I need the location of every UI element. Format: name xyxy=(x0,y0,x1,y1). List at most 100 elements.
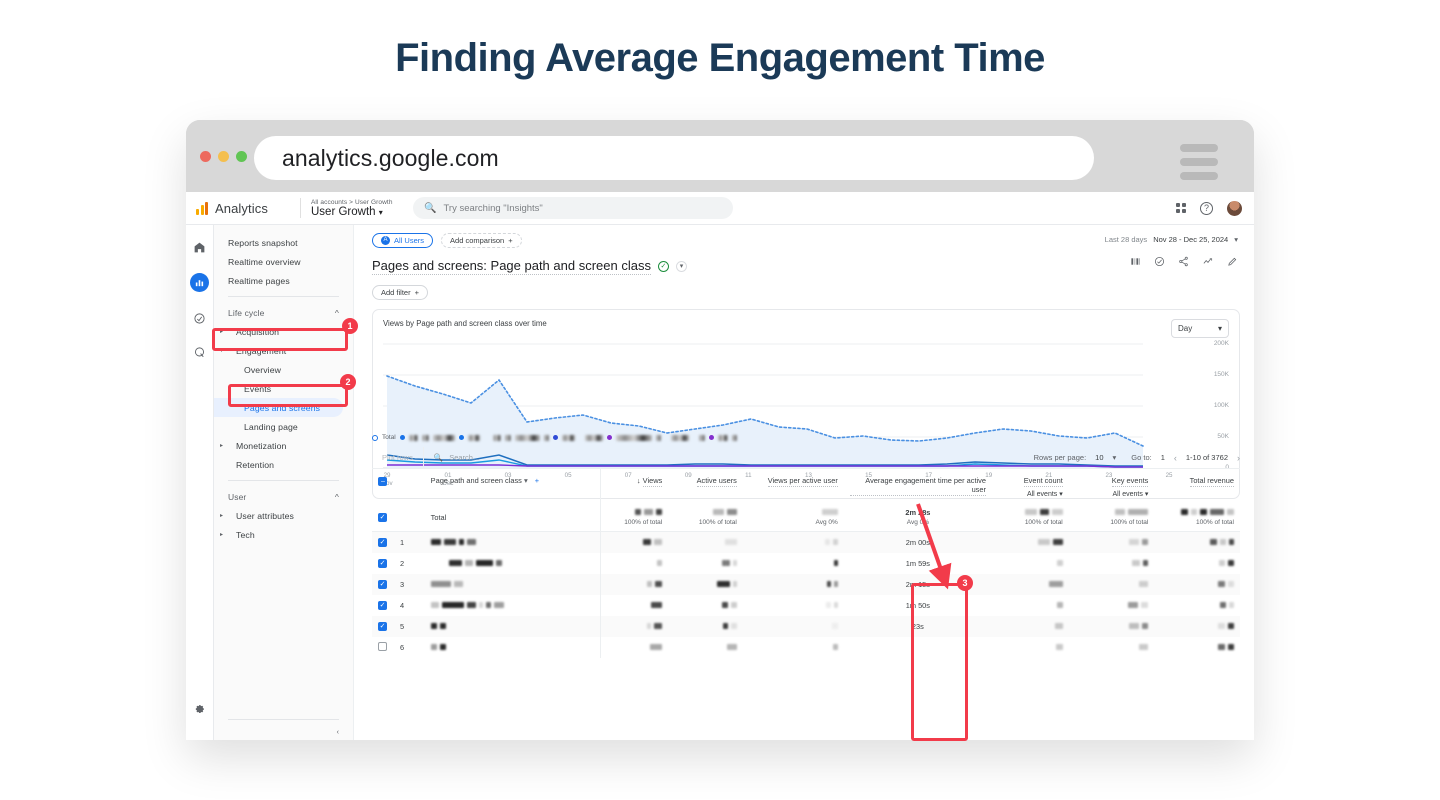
row-1-active-users xyxy=(668,532,743,553)
maximize-button[interactable] xyxy=(236,150,247,162)
add-comparison-chip[interactable]: Add comparison + xyxy=(441,233,522,248)
help-icon[interactable]: ? xyxy=(1200,201,1213,215)
add-dimension-icon[interactable]: + xyxy=(535,476,539,485)
compare-icon[interactable] xyxy=(1130,256,1141,270)
browser-menu-icon[interactable] xyxy=(1180,144,1218,180)
dimension-header[interactable]: Page path and screen class ▾ + xyxy=(425,469,601,503)
table-row[interactable]: ✓ 5 23s xyxy=(372,615,1240,637)
prev-page-icon[interactable]: ‹ xyxy=(1174,453,1177,463)
analytics-logo[interactable]: Analytics xyxy=(186,201,290,216)
key-events-header[interactable]: Key events All events ▾ xyxy=(1069,469,1155,503)
views-header[interactable]: ↓ Views xyxy=(599,469,669,503)
edit-icon[interactable] xyxy=(1227,256,1238,270)
sidebar-group-life-cycle-label: Life cycle xyxy=(228,307,265,318)
apps-grid-icon[interactable] xyxy=(1176,203,1186,213)
minimize-button[interactable] xyxy=(218,150,229,162)
table-row[interactable]: ✓ 3 2m 15s xyxy=(372,573,1240,595)
total-index xyxy=(393,503,425,532)
rows-per-page-chevron-icon[interactable]: ▾ xyxy=(1113,453,1117,462)
row-2-checkbox[interactable]: ✓ xyxy=(378,559,387,568)
legend-redacted-1 xyxy=(408,434,418,441)
legend-redacted-4 xyxy=(467,434,480,441)
report-options-chevron-icon[interactable]: ▾ xyxy=(675,261,687,272)
trend-icon[interactable] xyxy=(1202,256,1214,270)
avg-engagement-header[interactable]: Average engagement time per active user xyxy=(844,469,992,503)
row-1-event-count xyxy=(992,532,1069,553)
table-row[interactable]: ✓ 1 2m 00s xyxy=(372,531,1240,553)
close-button[interactable] xyxy=(200,150,211,162)
row-5-avg-engagement: 23s xyxy=(911,621,924,631)
granularity-select[interactable]: Day ▾ xyxy=(1171,319,1229,338)
dimension-header-label: Page path and screen class xyxy=(430,476,522,485)
advertising-icon[interactable] xyxy=(192,344,208,360)
sidebar-item-landing-page[interactable]: Landing page xyxy=(214,417,353,436)
row-5-active-users xyxy=(668,616,743,637)
total-active-users-redacted xyxy=(712,509,737,515)
insights-icon[interactable] xyxy=(1154,256,1165,270)
sidebar-item-reports-snapshot[interactable]: Reports snapshot xyxy=(214,233,353,252)
sidebar-item-events[interactable]: Events xyxy=(214,379,353,398)
row-1-checkbox[interactable]: ✓ xyxy=(378,538,387,548)
sidebar-item-acquisition[interactable]: Acquisition xyxy=(214,322,353,341)
explore-icon[interactable] xyxy=(192,310,208,326)
row-6-checkbox[interactable] xyxy=(378,641,387,651)
share-icon[interactable] xyxy=(1178,256,1189,270)
reports-icon[interactable] xyxy=(190,273,209,292)
sidebar-item-engagement[interactable]: Engagement xyxy=(214,341,353,360)
row-1-avg-engagement: 2m 00s xyxy=(905,537,930,547)
rows-per-page-value[interactable]: 10 xyxy=(1095,453,1103,462)
dimension-chevron-icon[interactable]: ▾ xyxy=(524,476,528,485)
sidebar-item-overview[interactable]: Overview xyxy=(214,360,353,379)
goto-value[interactable]: 1 xyxy=(1161,453,1165,462)
row-3-checkbox[interactable]: ✓ xyxy=(378,580,387,589)
gear-icon[interactable] xyxy=(192,702,208,718)
sidebar-item-realtime-pages[interactable]: Realtime pages xyxy=(214,271,353,290)
sidebar-collapse-icon[interactable]: ‹ xyxy=(337,729,339,736)
sidebar-item-monetization-label: Monetization xyxy=(236,440,287,451)
granularity-value: Day xyxy=(1178,324,1193,333)
sidebar-item-monetization[interactable]: Monetization xyxy=(214,436,353,455)
key-events-subselect[interactable]: All events ▾ xyxy=(1075,490,1149,498)
add-filter-chip[interactable]: Add filter + xyxy=(372,285,428,300)
legend-redacted-10 xyxy=(584,434,603,441)
sidebar-group-user[interactable]: User ^ xyxy=(214,487,353,506)
sidebar-item-realtime-overview[interactable]: Realtime overview xyxy=(214,252,353,271)
legend-dot-2 xyxy=(458,435,464,440)
row-5-index: 5 xyxy=(399,621,405,631)
select-all-checkbox[interactable]: – xyxy=(378,477,388,486)
avatar[interactable] xyxy=(1227,200,1242,216)
total-avg-engagement-pct: Avg 0% xyxy=(906,519,930,526)
address-bar[interactable]: analytics.google.com xyxy=(254,136,1094,180)
account-selector[interactable]: All accounts > User Growth User Growth ▾ xyxy=(311,199,401,218)
table-search-input[interactable]: 🔍 Search... xyxy=(424,453,479,462)
table-row[interactable]: ✓ 2 1m 59s xyxy=(372,552,1240,574)
date-range-picker[interactable]: Last 28 days Nov 28 - Dec 25, 2024 ▾ xyxy=(1105,235,1238,244)
header-actions: ? xyxy=(1176,200,1254,216)
global-search-input[interactable]: 🔍 Try searching "Insights" xyxy=(413,197,733,219)
total-row-checkbox[interactable]: ✓ xyxy=(378,513,387,522)
sidebar-item-pages-and-screens[interactable]: Pages and screens xyxy=(214,398,343,417)
row-2-views xyxy=(599,552,669,574)
row-4-checkbox[interactable]: ✓ xyxy=(378,601,387,610)
row-5-checkbox[interactable]: ✓ xyxy=(378,622,387,631)
report-panel: A All Users Add comparison + Last 28 day… xyxy=(354,225,1254,740)
event-count-header-label: Event count xyxy=(1023,476,1063,487)
sidebar-item-retention[interactable]: Retention xyxy=(214,455,353,474)
audience-initial: A xyxy=(381,236,390,245)
row-2-avg-engagement: 1m 59s xyxy=(905,558,930,568)
sidebar-item-tech[interactable]: Tech xyxy=(214,525,353,544)
event-count-header[interactable]: Event count All events ▾ xyxy=(992,469,1069,503)
event-count-subselect[interactable]: All events ▾ xyxy=(998,490,1063,498)
plot-rows-button[interactable]: Plot rows xyxy=(372,447,424,468)
total-revenue-header[interactable]: Total revenue xyxy=(1154,469,1240,503)
sidebar-item-user-attributes[interactable]: User attributes xyxy=(214,506,353,525)
home-icon[interactable] xyxy=(192,239,208,255)
sidebar-group-life-cycle[interactable]: Life cycle ^ xyxy=(214,303,353,322)
views-per-active-user-header[interactable]: Views per active user xyxy=(743,469,844,503)
active-users-header[interactable]: Active users xyxy=(668,469,743,503)
all-users-chip[interactable]: A All Users xyxy=(372,233,434,248)
table-row[interactable]: 6 xyxy=(372,636,1240,658)
next-page-icon[interactable]: › xyxy=(1237,453,1240,463)
row-2-vpau xyxy=(743,553,844,574)
table-row[interactable]: ✓ 4 1m 50s xyxy=(372,594,1240,616)
